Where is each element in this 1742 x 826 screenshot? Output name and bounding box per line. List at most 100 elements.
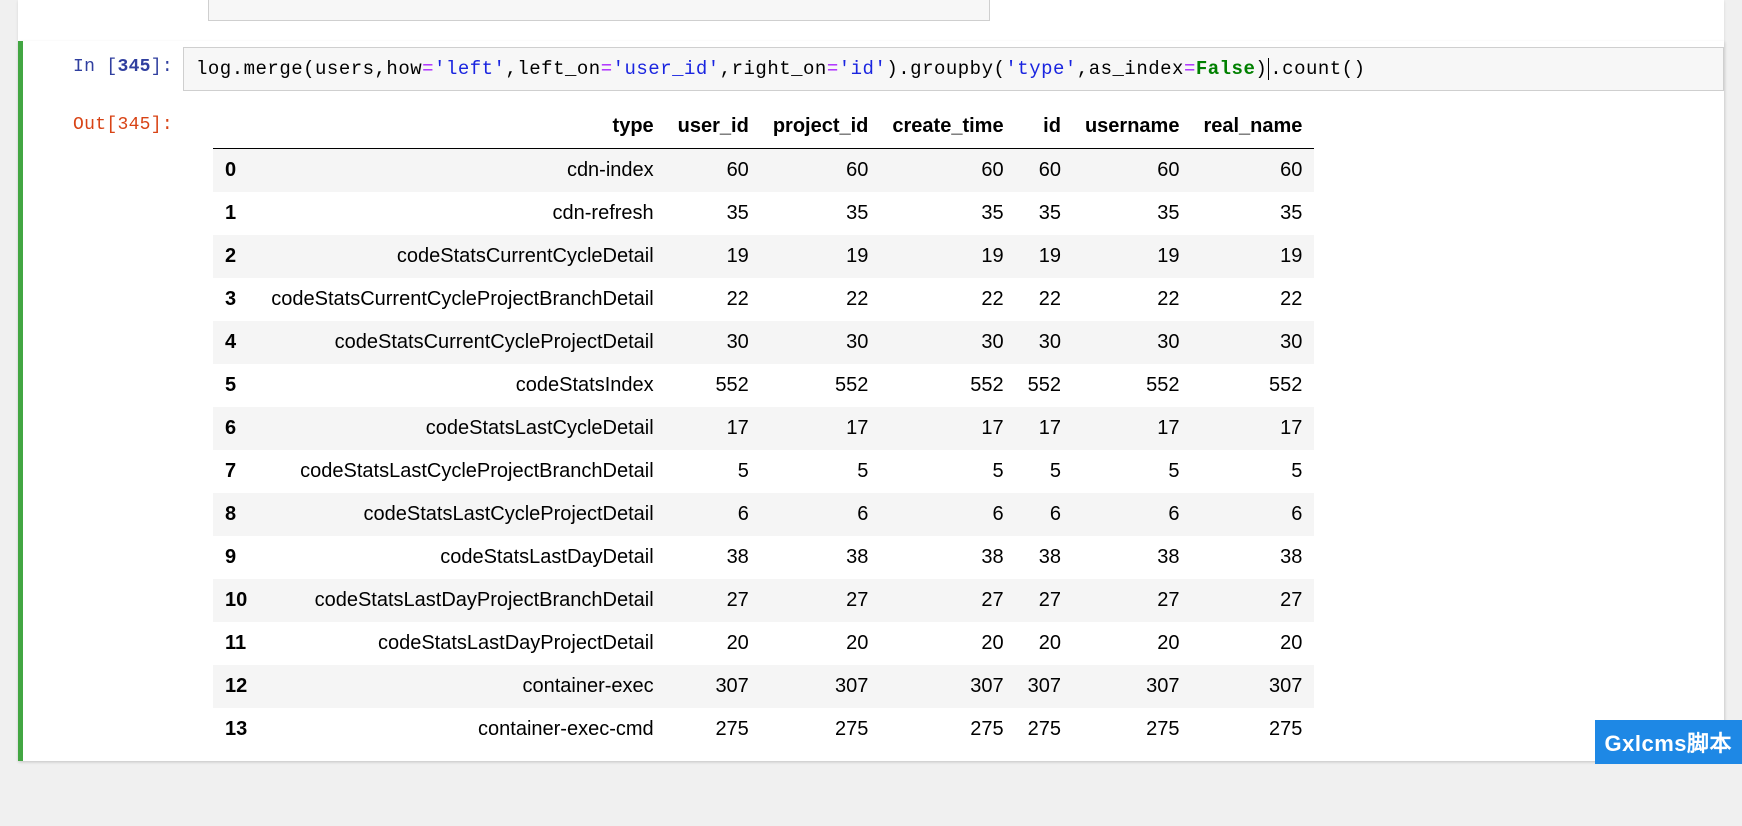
cell-type: codeStatsIndex: [259, 364, 665, 407]
code-str: 'id': [839, 58, 887, 80]
cell-id: 20: [1016, 622, 1073, 665]
row-index: 4: [213, 321, 259, 364]
cell-create_time: 60: [880, 149, 1015, 193]
row-index: 2: [213, 235, 259, 278]
cell-id: 35: [1016, 192, 1073, 235]
cell-project_id: 35: [761, 192, 881, 235]
out-suffix: ]:: [151, 115, 173, 135]
table-row: 3codeStatsCurrentCycleProjectBranchDetai…: [213, 278, 1314, 321]
cell-project_id: 6: [761, 493, 881, 536]
cell-create_time: 27: [880, 579, 1015, 622]
cell-user_id: 552: [666, 364, 761, 407]
code-token: log.merge(users,how: [196, 58, 422, 80]
row-index: 9: [213, 536, 259, 579]
cell-type: codeStatsLastDayProjectDetail: [259, 622, 665, 665]
cell-real_name: 30: [1191, 321, 1314, 364]
in-num: 345: [117, 57, 150, 77]
cell-user_id: 6: [666, 493, 761, 536]
row-index: 10: [213, 579, 259, 622]
cell-project_id: 60: [761, 149, 881, 193]
cell-project_id: 20: [761, 622, 881, 665]
row-index: 0: [213, 149, 259, 193]
code-op: =: [1184, 58, 1196, 80]
cell-project_id: 30: [761, 321, 881, 364]
cell-username: 22: [1073, 278, 1192, 321]
cell-type: codeStatsLastDayDetail: [259, 536, 665, 579]
cell-create_time: 20: [880, 622, 1015, 665]
cell-user_id: 17: [666, 407, 761, 450]
table-row: 13container-exec-cmd275275275275275275: [213, 708, 1314, 751]
row-index: 6: [213, 407, 259, 450]
output-prompt: Out[345]:: [23, 105, 173, 135]
table-row: 6codeStatsLastCycleDetail171717171717: [213, 407, 1314, 450]
cell-username: 35: [1073, 192, 1192, 235]
table-row: 9codeStatsLastDayDetail383838383838: [213, 536, 1314, 579]
cell-username: 27: [1073, 579, 1192, 622]
cell-real_name: 19: [1191, 235, 1314, 278]
col-header-username: username: [1073, 105, 1192, 149]
code-token: ,left_on: [505, 58, 600, 80]
cell-type: codeStatsLastCycleProjectBranchDetail: [259, 450, 665, 493]
cell-project_id: 552: [761, 364, 881, 407]
cell-real_name: 20: [1191, 622, 1314, 665]
input-row: In [345]: log.merge(users,how='left',lef…: [23, 47, 1724, 91]
code-token: ).groupby(: [886, 58, 1005, 80]
code-token: ): [1255, 58, 1267, 80]
in-suffix: ]:: [151, 57, 173, 77]
cell-real_name: 22: [1191, 278, 1314, 321]
row-index: 13: [213, 708, 259, 751]
cell-create_time: 30: [880, 321, 1015, 364]
cell-project_id: 22: [761, 278, 881, 321]
table-row: 2codeStatsCurrentCycleDetail191919191919: [213, 235, 1314, 278]
cell-id: 5: [1016, 450, 1073, 493]
cell-id: 307: [1016, 665, 1073, 708]
cell-username: 60: [1073, 149, 1192, 193]
col-header-project_id: project_id: [761, 105, 881, 149]
cell-type: codeStatsCurrentCycleProjectBranchDetail: [259, 278, 665, 321]
out-num: 345: [117, 115, 150, 135]
cell-type: codeStatsLastDayProjectBranchDetail: [259, 579, 665, 622]
cell-create_time: 5: [880, 450, 1015, 493]
code-op: =: [827, 58, 839, 80]
cell-username: 307: [1073, 665, 1192, 708]
code-input[interactable]: log.merge(users,how='left',left_on='user…: [183, 47, 1724, 91]
output-row: Out[345]: type user_id project_id create…: [23, 105, 1724, 751]
cell-create_time: 22: [880, 278, 1015, 321]
cell-id: 30: [1016, 321, 1073, 364]
cell-type: cdn-index: [259, 149, 665, 193]
cell-create_time: 552: [880, 364, 1015, 407]
cell-real_name: 60: [1191, 149, 1314, 193]
code-str: 'left': [434, 58, 505, 80]
cell-user_id: 5: [666, 450, 761, 493]
notebook-cell: In [345]: log.merge(users,how='left',lef…: [18, 41, 1724, 761]
table-row: 8codeStatsLastCycleProjectDetail666666: [213, 493, 1314, 536]
cell-type: cdn-refresh: [259, 192, 665, 235]
cell-username: 552: [1073, 364, 1192, 407]
table-row: 5codeStatsIndex552552552552552552: [213, 364, 1314, 407]
cell-user_id: 27: [666, 579, 761, 622]
cell-id: 275: [1016, 708, 1073, 751]
col-header-type: type: [259, 105, 665, 149]
cell-real_name: 27: [1191, 579, 1314, 622]
table-row: 0cdn-index606060606060: [213, 149, 1314, 193]
cell-user_id: 19: [666, 235, 761, 278]
cell-username: 17: [1073, 407, 1192, 450]
cell-username: 5: [1073, 450, 1192, 493]
cell-user_id: 22: [666, 278, 761, 321]
output-area: type user_id project_id create_time id u…: [213, 105, 1724, 751]
row-index: 1: [213, 192, 259, 235]
cell-username: 6: [1073, 493, 1192, 536]
previous-cell-input[interactable]: [208, 0, 990, 21]
cell-real_name: 552: [1191, 364, 1314, 407]
code-str: 'type': [1005, 58, 1076, 80]
cell-real_name: 17: [1191, 407, 1314, 450]
cell-user_id: 60: [666, 149, 761, 193]
code-op: =: [422, 58, 434, 80]
cell-type: codeStatsCurrentCycleProjectDetail: [259, 321, 665, 364]
col-header-real_name: real_name: [1191, 105, 1314, 149]
cell-project_id: 275: [761, 708, 881, 751]
table-row: 10codeStatsLastDayProjectBranchDetail272…: [213, 579, 1314, 622]
cell-user_id: 38: [666, 536, 761, 579]
cell-id: 27: [1016, 579, 1073, 622]
cell-real_name: 6: [1191, 493, 1314, 536]
